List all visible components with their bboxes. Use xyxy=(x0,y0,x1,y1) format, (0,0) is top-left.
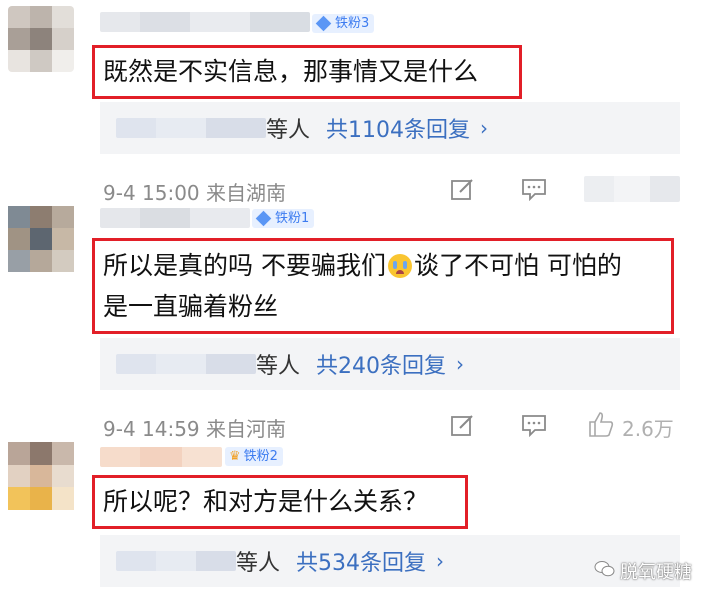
fan-badge: 铁粉3 xyxy=(312,14,375,33)
fan-badge-label: 铁粉1 xyxy=(275,211,310,226)
comment-text-line1: 所以是真的吗 不要骗我们 xyxy=(103,251,386,280)
crown-icon: ♛ xyxy=(229,449,241,464)
comment-meta: 9-4 15:00 来自湖南 xyxy=(103,181,287,205)
comment-page: { "comments": [ { "badge": "铁粉3", "text"… xyxy=(0,0,716,601)
username-blurred[interactable] xyxy=(100,208,250,228)
reply-summary[interactable]: 等人 共240条回复 › xyxy=(250,338,464,390)
reply-bar[interactable]: 等人 共240条回复 › xyxy=(100,338,680,390)
fan-badge: 铁粉1 xyxy=(252,209,315,228)
crying-emoji xyxy=(387,254,412,278)
chevron-right-icon: › xyxy=(436,549,445,573)
like-count-blurred[interactable] xyxy=(584,176,680,202)
comment-meta: 9-4 14:59 来自河南 xyxy=(103,417,287,441)
replier-names-blurred xyxy=(116,551,236,571)
comment-highlight-box: 所以呢？和对方是什么关系？ xyxy=(92,475,468,529)
reply-summary[interactable]: 等人 共1104条回复 › xyxy=(260,102,488,154)
chevron-right-icon: › xyxy=(456,352,465,376)
chevron-right-icon: › xyxy=(480,116,489,140)
diamond-icon xyxy=(255,210,272,227)
comment-highlight-box: 所以是真的吗 不要骗我们 谈了不可怕 可怕的 是一直骗着粉丝 xyxy=(92,238,674,334)
reply-bar[interactable]: 等人 共534条回复 › xyxy=(100,535,680,587)
avatar[interactable] xyxy=(8,206,74,272)
edit-icon[interactable] xyxy=(450,177,476,201)
reply-people: 等人 xyxy=(236,551,281,576)
reply-count-link[interactable]: 共240条回复 xyxy=(316,348,446,380)
like-icon[interactable] xyxy=(586,410,616,438)
watermark: 脱氧硬糖 xyxy=(620,562,692,583)
reply-bar[interactable]: 等人 共1104条回复 › xyxy=(100,102,680,154)
reply-people: 等人 xyxy=(266,118,311,143)
avatar[interactable] xyxy=(8,442,74,510)
comment-text-line1b: 谈了不可怕 可怕的 xyxy=(413,251,622,280)
username-blurred[interactable] xyxy=(100,12,310,32)
username-blurred[interactable] xyxy=(100,447,222,467)
avatar[interactable] xyxy=(8,6,74,72)
fan-badge-label: 铁粉3 xyxy=(335,16,370,31)
comment-text: 所以呢？和对方是什么关系？ xyxy=(103,487,429,516)
comment-text-line2: 是一直骗着粉丝 xyxy=(103,292,279,321)
comment-icon[interactable] xyxy=(520,177,548,201)
comment-icon[interactable] xyxy=(520,413,548,437)
replier-names-blurred xyxy=(116,118,266,138)
like-count: 2.6万 xyxy=(622,417,674,441)
reply-people: 等人 xyxy=(256,354,301,379)
edit-icon[interactable] xyxy=(450,413,476,437)
comment-highlight-box: 既然是不实信息，那事情又是什么 xyxy=(92,45,522,99)
comment-text: 既然是不实信息，那事情又是什么 xyxy=(103,57,479,86)
diamond-icon xyxy=(315,15,332,32)
fan-badge-label: 铁粉2 xyxy=(243,449,278,464)
fan-badge: ♛ 铁粉2 xyxy=(225,447,283,466)
wechat-icon xyxy=(594,560,616,578)
reply-summary[interactable]: 等人 共534条回复 › xyxy=(230,535,444,587)
reply-count-link[interactable]: 共1104条回复 xyxy=(326,112,470,144)
replier-names-blurred xyxy=(116,354,256,374)
reply-count-link[interactable]: 共534条回复 xyxy=(296,545,426,577)
